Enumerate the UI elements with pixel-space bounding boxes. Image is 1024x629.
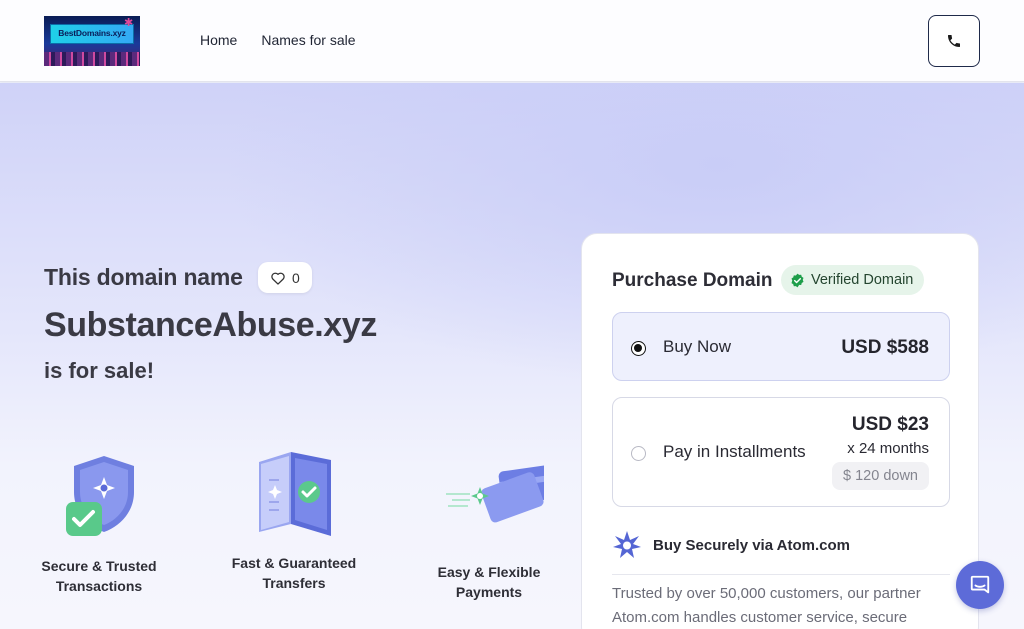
atom-logo-icon xyxy=(613,531,641,558)
hero-prefix: This domain name xyxy=(44,264,243,290)
like-count: 0 xyxy=(292,269,300,286)
feature-payment-label: Easy & Flexible Payments xyxy=(437,564,541,600)
feature-transfer-label: Fast & Guaranteed Transfers xyxy=(231,555,357,591)
trust-text: Trusted by over 50,000 customers, our pa… xyxy=(612,585,921,626)
verified-label: Verified Domain xyxy=(811,272,914,288)
card-divider xyxy=(612,574,950,575)
chat-button[interactable] xyxy=(956,561,1004,609)
feature-transfer: Fast & Guaranteed Transfers xyxy=(229,450,359,593)
installments-months: x 24 months xyxy=(847,440,929,457)
logo-billboard: BestDomains.xyz xyxy=(50,24,134,44)
feature-secure-label: Secure & Trusted Transactions xyxy=(41,558,157,594)
heart-icon xyxy=(271,272,285,285)
palm-tree-icon: ✱ xyxy=(124,17,134,29)
phone-icon xyxy=(948,35,960,47)
verified-badge: Verified Domain xyxy=(781,265,925,295)
domain-name: SubstanceAbuse.xyz xyxy=(44,306,377,344)
site-header: BestDomains.xyz ✱ Home Names for sale xyxy=(0,0,1024,82)
nav-home[interactable]: Home xyxy=(200,32,237,48)
logo-text: BestDomains.xyz xyxy=(58,28,126,38)
secure-label: Buy Securely via Atom.com xyxy=(653,536,851,554)
feature-secure: Secure & Trusted Transactions xyxy=(34,450,164,596)
hero-suffix: is for sale! xyxy=(44,358,155,383)
secure-via-atom: Buy Securely via Atom.com xyxy=(612,530,850,560)
purchase-card: Purchase Domain Verified Domain Buy Now … xyxy=(581,233,979,629)
installments-down: $ 120 down xyxy=(832,462,929,490)
installments-price: USD $23 xyxy=(851,414,929,435)
logo-crowd xyxy=(44,52,140,66)
phone-button[interactable] xyxy=(928,15,980,67)
nav-names-for-sale[interactable]: Names for sale xyxy=(261,32,355,48)
buy-now-radio[interactable] xyxy=(631,341,646,356)
option-installments[interactable]: Pay in Installments USD $23 x 24 months … xyxy=(612,397,950,507)
buy-now-price: USD $588 xyxy=(841,337,929,358)
shield-check-icon xyxy=(44,450,154,546)
feature-payment: Easy & Flexible Payments xyxy=(424,450,556,602)
purchase-title: Purchase Domain xyxy=(612,270,773,291)
verified-check-icon xyxy=(791,273,804,287)
option-buy-now[interactable]: Buy Now USD $588 xyxy=(612,312,950,381)
installments-label: Pay in Installments xyxy=(663,442,806,461)
like-button[interactable]: 0 xyxy=(258,262,312,293)
buy-now-label: Buy Now xyxy=(663,337,732,356)
site-logo[interactable]: BestDomains.xyz ✱ xyxy=(44,16,140,66)
installments-radio[interactable] xyxy=(631,446,646,461)
chat-icon xyxy=(970,575,990,594)
transfer-icon xyxy=(239,450,349,546)
main-nav: Home Names for sale xyxy=(200,32,356,48)
credit-card-icon xyxy=(434,450,556,546)
